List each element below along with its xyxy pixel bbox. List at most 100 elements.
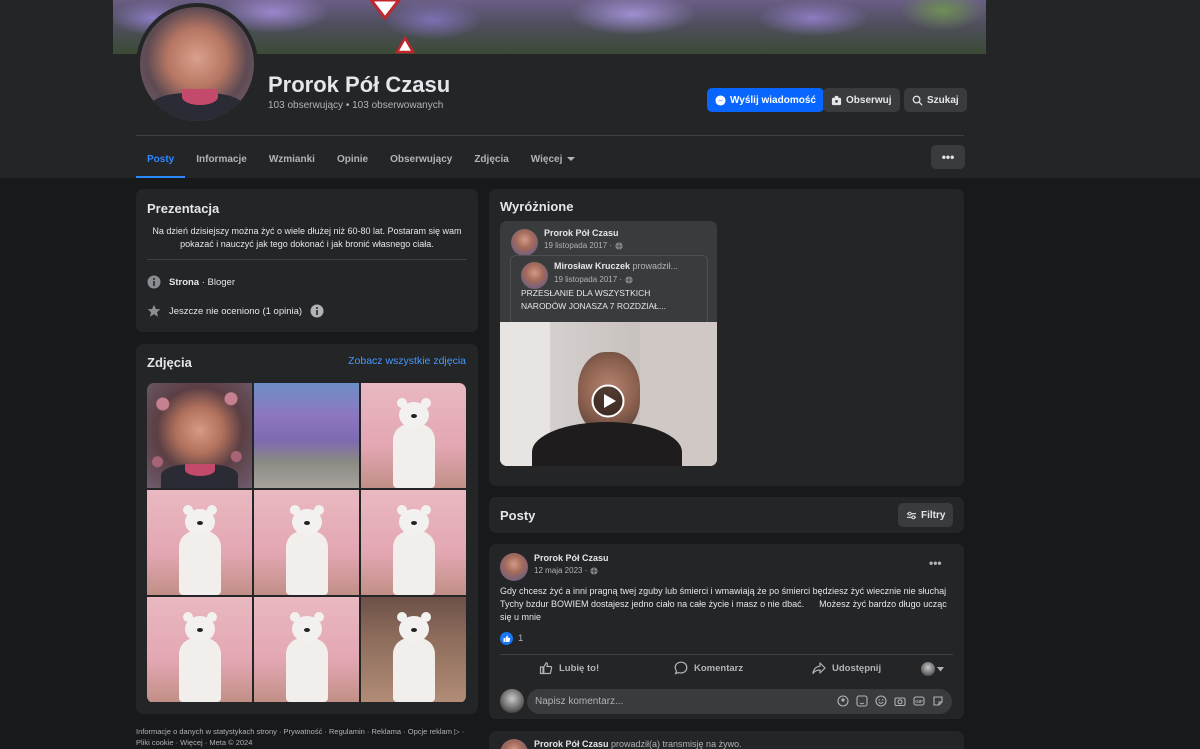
next-post-header: Prorok Pół Czasu prowadził(a) transmisję… (534, 739, 742, 749)
chevron-down-icon (567, 157, 576, 161)
shared-action: prowadził... (630, 261, 679, 271)
tab-label: Wzmianki (268, 153, 315, 165)
search-label: Szukaj (927, 94, 959, 106)
photo-thumbnail[interactable] (147, 490, 252, 595)
intro-title: Prezentacja (147, 201, 220, 216)
thumbs-up-icon (539, 662, 553, 675)
comment-icon (674, 661, 688, 675)
avatar[interactable] (500, 553, 528, 581)
search-button[interactable]: Szukaj (904, 88, 967, 112)
profile-name: Prorok Pół Czasu (268, 72, 451, 97)
photo-thumbnail[interactable] (361, 383, 466, 488)
share-button[interactable]: Udostępnij (812, 661, 881, 675)
tab-label: Zdjęcia (474, 153, 509, 165)
globe-icon (590, 566, 598, 575)
avatar[interactable] (521, 262, 548, 289)
photo-thumbnail[interactable] (361, 597, 466, 702)
next-post-action: prowadził(a) transmisję na żywo. (608, 739, 742, 749)
tab-mentions[interactable]: Wzmianki (258, 140, 326, 178)
profile-avatar[interactable] (136, 3, 258, 125)
like-button[interactable]: Lubię to! (539, 661, 599, 675)
tab-label: Więcej (530, 153, 563, 165)
rating-row: Jeszcze nie oceniono (1 opinia) (147, 304, 324, 318)
comment-tools: GIF (837, 695, 944, 707)
tab-posts[interactable]: Posty (136, 140, 186, 178)
category-row: Strona · Bloger (147, 275, 235, 289)
tab-more[interactable]: Więcej (520, 140, 587, 178)
photo-thumbnail[interactable] (254, 490, 359, 595)
featured-title: Wyróżnione (500, 199, 574, 214)
tab-about[interactable]: Informacje (185, 140, 258, 178)
send-message-button[interactable]: Wyślij wiadomość (707, 88, 824, 112)
tab-reviews[interactable]: Opinie (326, 140, 379, 178)
gif-icon[interactable]: GIF (913, 695, 925, 707)
featured-post[interactable]: Prorok Pół Czasu 19 listopada 2017 · Mir… (500, 221, 717, 466)
follow-label: Obserwuj (846, 94, 892, 106)
category-bold: Strona (169, 276, 200, 288)
photo-thumbnail[interactable] (361, 490, 466, 595)
profile-tabs: Posty Informacje Wzmianki Opinie Obserwu… (136, 140, 586, 178)
avatar-sticker-icon[interactable] (837, 695, 849, 707)
comment-button[interactable]: Komentarz (674, 661, 743, 675)
post-text: Gdy chcesz żyć a inni pragną twej zguby … (500, 586, 950, 622)
shared-header: Mirosław Kruczek prowadził... (554, 261, 678, 271)
sticker-icon[interactable] (856, 695, 868, 707)
camera-icon[interactable] (894, 695, 906, 707)
category-text: · Bloger (199, 276, 235, 288)
photo-thumbnail[interactable] (254, 597, 359, 702)
play-icon[interactable] (591, 384, 625, 418)
featured-date[interactable]: 19 listopada 2017 · (544, 241, 612, 250)
photo-thumbnail[interactable] (147, 383, 252, 488)
footer-links[interactable]: Informacje o danych w statystykach stron… (136, 726, 466, 748)
tab-photos[interactable]: Zdjęcia (463, 140, 519, 178)
shared-author[interactable]: Mirosław Kruczek (554, 261, 630, 271)
shared-meta: 19 listopada 2017 · (554, 275, 633, 284)
tab-label: Informacje (196, 153, 247, 165)
video-thumbnail[interactable] (500, 322, 717, 466)
send-message-label: Wyślij wiadomość (730, 94, 816, 106)
posts-header: Posty Filtry (489, 497, 964, 533)
posts-title: Posty (500, 508, 536, 523)
intro-bio: Na dzień dzisiejszy można żyć o wiele dł… (152, 226, 462, 249)
post-date[interactable]: 12 maja 2023 · (534, 566, 587, 575)
see-all-photos-link[interactable]: Zobacz wszystkie zdjęcia (348, 355, 466, 367)
road-sign-icon (395, 36, 415, 54)
featured-author[interactable]: Prorok Pół Czasu (544, 228, 619, 238)
globe-icon (625, 275, 633, 284)
road-sign-icon (369, 0, 401, 20)
follower-stats[interactable]: 103 obserwujący • 103 obserwowanych (268, 100, 443, 111)
photo-thumbnail[interactable] (254, 383, 359, 488)
comment-label: Komentarz (694, 662, 744, 674)
shared-post[interactable]: Mirosław Kruczek prowadził... 19 listopa… (510, 255, 708, 325)
sticker-icon[interactable] (932, 695, 944, 707)
commenter-avatar[interactable] (500, 689, 524, 713)
avatar[interactable] (500, 739, 528, 749)
svg-text:GIF: GIF (915, 699, 923, 704)
emoji-icon[interactable] (875, 695, 887, 707)
comment-input[interactable]: Napisz komentarz... GIF (527, 689, 952, 714)
search-icon (912, 95, 923, 106)
share-icon (812, 662, 826, 675)
tab-followers[interactable]: Obserwujący (379, 140, 463, 178)
messenger-icon (715, 94, 726, 106)
follow-icon (831, 95, 842, 105)
photo-grid (147, 383, 466, 703)
info-icon[interactable] (310, 304, 324, 318)
featured-meta: 19 listopada 2017 · (544, 241, 623, 250)
audience-selector[interactable] (921, 662, 944, 676)
shared-date[interactable]: 19 listopada 2017 · (554, 275, 622, 284)
post-author[interactable]: Prorok Pół Czasu (534, 553, 609, 563)
reactions-summary[interactable]: 1 (500, 632, 523, 645)
post-options-button[interactable]: ••• (929, 556, 942, 570)
intro-divider (147, 259, 467, 260)
photo-thumbnail[interactable] (147, 597, 252, 702)
avatar[interactable] (511, 229, 538, 256)
follow-button[interactable]: Obserwuj (823, 88, 900, 112)
intro-card: Prezentacja Na dzień dzisiejszy można ży… (136, 189, 478, 332)
next-post-author[interactable]: Prorok Pół Czasu (534, 739, 609, 749)
more-options-button[interactable]: ••• (931, 145, 965, 169)
filters-button[interactable]: Filtry (898, 503, 954, 527)
tab-label: Obserwujący (390, 153, 453, 165)
comment-placeholder: Napisz komentarz... (535, 696, 624, 707)
photos-title: Zdjęcia (147, 355, 192, 370)
